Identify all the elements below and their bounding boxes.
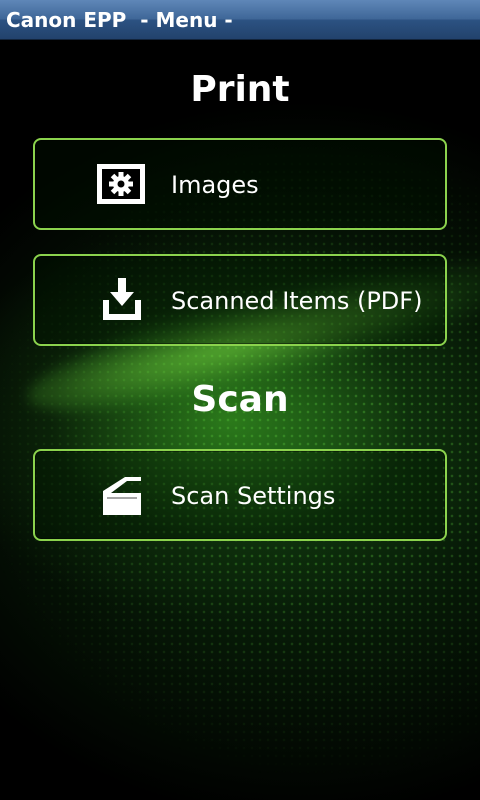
scan-settings-button[interactable]: Scan Settings	[33, 449, 447, 541]
image-gear-icon	[95, 162, 147, 206]
scan-settings-label: Scan Settings	[171, 482, 336, 510]
images-label: Images	[171, 171, 259, 199]
app-title: Canon EPP - Menu -	[6, 8, 233, 32]
images-button[interactable]: Images	[33, 138, 447, 230]
scanned-items-pdf-label: Scanned Items (PDF)	[171, 287, 423, 315]
scan-section-title: Scan	[191, 379, 289, 420]
title-bar: Canon EPP - Menu -	[0, 0, 480, 40]
menu-screen: Print Images Scanned Items (PDF) Scan Sc…	[0, 40, 480, 800]
download-tray-icon	[95, 278, 147, 322]
scanned-items-pdf-button[interactable]: Scanned Items (PDF)	[33, 254, 447, 346]
print-section-title: Print	[190, 69, 290, 110]
scanner-icon	[95, 473, 147, 517]
